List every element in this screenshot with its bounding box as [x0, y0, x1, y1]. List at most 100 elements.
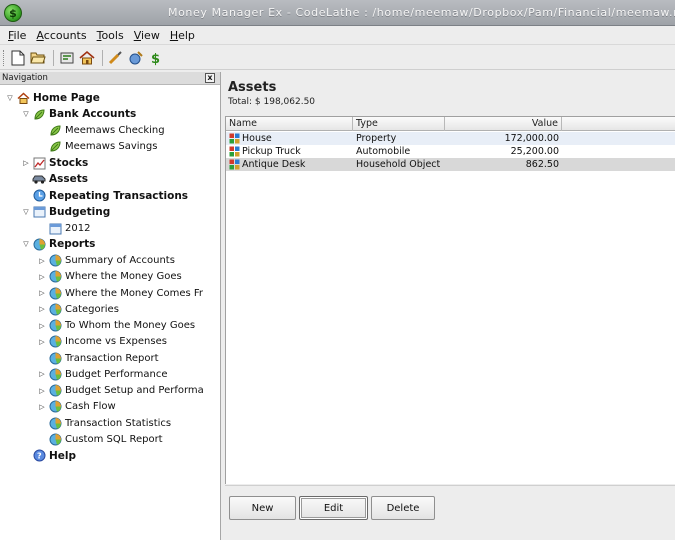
pie-chart-icon — [48, 319, 62, 333]
column-header-blank[interactable] — [562, 117, 675, 131]
nav-item-repeating-transactions[interactable]: Repeating Transactions — [20, 188, 188, 204]
collapsed-triangle-icon[interactable]: ▷ — [36, 273, 48, 281]
nav-item-budgeting[interactable]: ▽ Budgeting — [20, 204, 110, 220]
help-icon[interactable] — [127, 49, 145, 67]
nav-item-help[interactable]: ? Help — [20, 448, 76, 464]
menu-file[interactable]: File — [3, 29, 31, 42]
nav-item-bank-accounts[interactable]: ▽ Bank Accounts — [20, 106, 136, 122]
nav-item-label: Categories — [65, 303, 119, 315]
button-bar: New Edit Delete — [225, 485, 675, 540]
nav-item-budget-setup-and-performa[interactable]: ▷ Budget Setup and Performa — [36, 383, 204, 399]
menu-accounts-rest: ccounts — [43, 28, 87, 42]
nav-item-meemaws-checking[interactable]: Meemaws Checking — [36, 123, 165, 139]
open-folder-icon[interactable] — [29, 49, 47, 67]
collapsed-triangle-icon[interactable]: ▷ — [36, 322, 48, 330]
table-row[interactable]: Pickup Truck Automobile 25,200.00 — [226, 145, 675, 158]
navigation-panel: Navigation x ▽ Home Page ▽ Bank Accounts Mee… — [0, 72, 221, 540]
nav-item-label: Budgeting — [49, 205, 111, 218]
nav-item-label: Where the Money Goes — [65, 271, 182, 283]
collapsed-triangle-icon[interactable]: ▷ — [36, 289, 48, 297]
new-button[interactable]: New — [229, 496, 296, 520]
nav-item-label: Meemaws Checking — [65, 125, 165, 136]
window-title: Money Manager Ex - CodeLathe : /home/mee… — [168, 6, 675, 19]
new-file-icon[interactable] — [9, 49, 27, 67]
pie-chart-icon — [32, 237, 46, 251]
nav-item-home-page[interactable]: ▽ Home Page — [4, 90, 100, 106]
column-header-name[interactable]: Name — [226, 117, 353, 131]
edit-button[interactable]: Edit — [299, 496, 368, 520]
pie-chart-icon — [48, 384, 62, 398]
collapsed-triangle-icon[interactable]: ▷ — [36, 338, 48, 346]
nav-item-label: Budget Performance — [65, 368, 168, 380]
nav-item-label: Transaction Statistics — [65, 417, 172, 429]
nav-item-assets[interactable]: Assets — [20, 171, 88, 187]
nav-item-summary-of-accounts[interactable]: ▷ Summary of Accounts — [36, 253, 175, 269]
assets-table[interactable]: Name Type Value House Property 172,000.0… — [225, 116, 675, 484]
nav-item-stocks[interactable]: ▷ Stocks — [20, 155, 88, 171]
nav-item-where-the-money-comes-fr[interactable]: ▷ Where the Money Comes Fr — [36, 285, 203, 301]
options-icon[interactable] — [107, 49, 125, 67]
nav-item-budget-performance[interactable]: ▷ Budget Performance — [36, 366, 168, 382]
pie-chart-icon — [48, 286, 62, 300]
nav-item-categories[interactable]: ▷ Categories — [36, 301, 119, 317]
expanded-triangle-icon[interactable]: ▽ — [20, 240, 32, 248]
stocks-chart-icon — [32, 156, 46, 170]
collapsed-triangle-icon[interactable]: ▷ — [36, 370, 48, 378]
nav-item-cash-flow[interactable]: ▷ Cash Flow — [36, 399, 116, 415]
menu-accounts[interactable]: Accounts — [31, 29, 91, 42]
app-dollar-icon[interactable]: $ — [4, 4, 22, 22]
table-header: Name Type Value — [226, 117, 675, 131]
home-icon[interactable] — [78, 49, 96, 67]
expanded-triangle-icon[interactable]: ▽ — [20, 110, 32, 118]
pie-chart-icon — [48, 302, 62, 316]
menu-help-mnemonic: H — [169, 28, 179, 42]
delete-button[interactable]: Delete — [371, 496, 435, 520]
nav-item-label: Reports — [49, 238, 96, 251]
new-account-icon[interactable] — [58, 49, 76, 67]
assets-total: Total: $ 198,062.50 — [228, 97, 316, 107]
toolbar-grip[interactable] — [3, 49, 5, 66]
menu-help-rest: elp — [178, 28, 195, 42]
expanded-triangle-icon[interactable]: ▽ — [20, 208, 32, 216]
nav-item-transaction-report[interactable]: Transaction Report — [36, 350, 159, 366]
asset-icon — [229, 159, 240, 170]
menu-accounts-mnemonic: A — [36, 28, 44, 42]
dollar-icon[interactable]: $ — [147, 49, 165, 67]
column-header-value[interactable]: Value — [445, 117, 562, 131]
expanded-triangle-icon[interactable]: ▽ — [4, 94, 16, 102]
bank-leaf-icon — [48, 140, 62, 154]
collapsed-triangle-icon[interactable]: ▷ — [20, 159, 32, 167]
nav-item-custom-sql-report[interactable]: Custom SQL Report — [36, 431, 163, 447]
nav-item-label: Repeating Transactions — [49, 189, 189, 202]
nav-item-2012[interactable]: 2012 — [36, 220, 90, 236]
table-row[interactable]: Antique Desk Household Object 862.50 — [226, 158, 675, 171]
table-row[interactable]: House Property 172,000.00 — [226, 132, 675, 145]
asset-name: House — [242, 133, 272, 144]
cell-value: 172,000.00 — [504, 133, 559, 144]
nav-item-income-vs-expenses[interactable]: ▷ Income vs Expenses — [36, 334, 167, 350]
nav-item-label: To Whom the Money Goes — [65, 320, 196, 331]
collapsed-triangle-icon[interactable]: ▷ — [36, 387, 48, 395]
close-icon[interactable]: x — [205, 73, 215, 83]
cell-type: Automobile — [356, 146, 411, 157]
navigation-header: Navigation x — [0, 72, 220, 85]
nav-item-transaction-statistics[interactable]: Transaction Statistics — [36, 415, 171, 431]
collapsed-triangle-icon[interactable]: ▷ — [36, 305, 48, 313]
nav-item-to-whom-the-money-goes[interactable]: ▷ To Whom the Money Goes — [36, 318, 195, 334]
menu-help[interactable]: Help — [165, 29, 200, 42]
menu-view[interactable]: View — [129, 29, 165, 42]
column-header-type[interactable]: Type — [353, 117, 445, 131]
collapsed-triangle-icon[interactable]: ▷ — [36, 257, 48, 265]
calendar-icon — [48, 221, 62, 235]
nav-item-meemaws-savings[interactable]: Meemaws Savings — [36, 139, 157, 155]
nav-item-label: Home Page — [33, 92, 100, 104]
nav-item-label: Assets — [49, 173, 89, 186]
menu-bar: File Accounts Tools View Help — [0, 26, 675, 45]
nav-item-where-the-money-goes[interactable]: ▷ Where the Money Goes — [36, 269, 182, 285]
menu-tools[interactable]: Tools — [92, 29, 129, 42]
nav-item-reports[interactable]: ▽ Reports — [20, 236, 95, 252]
toolbar-separator — [102, 49, 103, 66]
toolbar: $ — [0, 46, 675, 70]
collapsed-triangle-icon[interactable]: ▷ — [36, 403, 48, 411]
pie-chart-icon — [48, 416, 62, 430]
